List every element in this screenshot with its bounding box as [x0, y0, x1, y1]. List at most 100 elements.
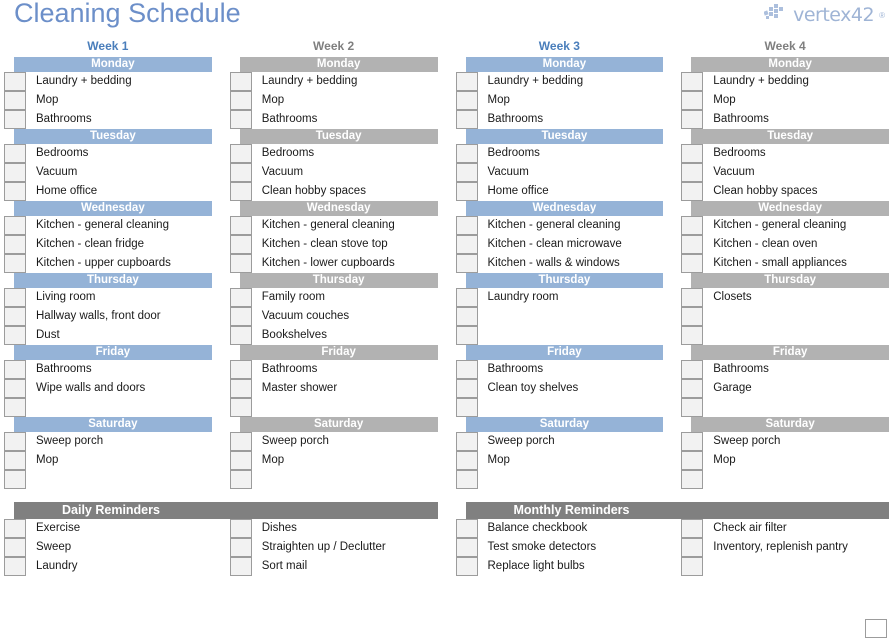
- task-checkbox[interactable]: [681, 451, 704, 470]
- task-checkbox[interactable]: [229, 288, 252, 307]
- reminder-checkbox[interactable]: [229, 557, 252, 576]
- task-checkbox[interactable]: [229, 182, 252, 201]
- reminder-checkbox[interactable]: [455, 519, 478, 538]
- task-checkbox[interactable]: [681, 144, 704, 163]
- task-checkbox[interactable]: [455, 235, 478, 254]
- task-checkbox[interactable]: [681, 254, 704, 273]
- task-checkbox[interactable]: [229, 72, 252, 91]
- task-checkbox[interactable]: [455, 360, 478, 379]
- reminder-checkbox[interactable]: [4, 557, 26, 576]
- task-checkbox[interactable]: [681, 72, 704, 91]
- task-checkbox[interactable]: [229, 360, 252, 379]
- task-checkbox[interactable]: [681, 216, 704, 235]
- task-checkbox[interactable]: [455, 144, 478, 163]
- page-title: Cleaning Schedule: [14, 0, 241, 28]
- reminder-checkbox[interactable]: [455, 538, 478, 557]
- task-checkbox[interactable]: [4, 216, 26, 235]
- task-checkbox[interactable]: [455, 288, 478, 307]
- reminder-checkbox[interactable]: [681, 557, 704, 576]
- task-checkbox[interactable]: [455, 110, 478, 129]
- task-checkbox[interactable]: [4, 235, 26, 254]
- task-label: Mop: [36, 454, 59, 466]
- task-checkbox[interactable]: [229, 432, 252, 451]
- reminder-checkbox[interactable]: [229, 519, 252, 538]
- task-checkbox[interactable]: [681, 235, 704, 254]
- reminder-header: Daily Reminders: [14, 502, 438, 519]
- task-checkbox[interactable]: [681, 110, 704, 129]
- task-checkbox[interactable]: [229, 326, 252, 345]
- task-checkbox[interactable]: [4, 326, 26, 345]
- task-checkbox[interactable]: [4, 72, 26, 91]
- task-checkbox[interactable]: [455, 254, 478, 273]
- task-checkbox[interactable]: [455, 326, 478, 345]
- task-checkbox[interactable]: [4, 470, 26, 489]
- task-checkbox[interactable]: [681, 91, 704, 110]
- task-checkbox[interactable]: [455, 91, 478, 110]
- trailing-checkbox[interactable]: [865, 619, 887, 638]
- task-checkbox[interactable]: [681, 307, 704, 326]
- week-title: Week 1: [87, 39, 129, 53]
- task-checkbox[interactable]: [4, 144, 26, 163]
- task-checkbox[interactable]: [455, 182, 478, 201]
- task-label: Mop: [487, 454, 510, 466]
- task-checkbox[interactable]: [229, 398, 252, 417]
- task-checkbox[interactable]: [4, 432, 26, 451]
- task-checkbox[interactable]: [229, 451, 252, 470]
- task-checkbox[interactable]: [4, 307, 26, 326]
- task-label: Closets: [713, 291, 752, 303]
- reminder-checkbox[interactable]: [4, 519, 26, 538]
- task-checkbox[interactable]: [229, 470, 252, 489]
- task-checkbox[interactable]: [455, 72, 478, 91]
- task-checkbox[interactable]: [455, 398, 478, 417]
- task-checkbox[interactable]: [4, 288, 26, 307]
- task-checkbox[interactable]: [455, 470, 478, 489]
- reminder-checkbox[interactable]: [229, 538, 252, 557]
- reminder-checkbox[interactable]: [681, 519, 704, 538]
- task-checkbox[interactable]: [229, 216, 252, 235]
- task-checkbox[interactable]: [4, 110, 26, 129]
- task-checkbox[interactable]: [681, 379, 704, 398]
- task-checkbox[interactable]: [229, 254, 252, 273]
- task-checkbox[interactable]: [229, 91, 252, 110]
- task-row: [681, 398, 889, 417]
- task-checkbox[interactable]: [681, 432, 704, 451]
- reminder-checkbox[interactable]: [4, 538, 26, 557]
- task-checkbox[interactable]: [229, 235, 252, 254]
- task-checkbox[interactable]: [455, 163, 478, 182]
- task-row: Home office: [455, 182, 664, 201]
- task-checkbox[interactable]: [681, 326, 704, 345]
- task-checkbox[interactable]: [4, 91, 26, 110]
- day-header: Wednesday: [14, 201, 212, 216]
- task-checkbox[interactable]: [681, 163, 704, 182]
- reminder-checkbox[interactable]: [681, 538, 704, 557]
- task-checkbox[interactable]: [4, 398, 26, 417]
- task-checkbox[interactable]: [4, 182, 26, 201]
- reminder-label: Replace light bulbs: [487, 560, 585, 572]
- task-label: Laundry + bedding: [487, 75, 584, 87]
- task-label: [478, 326, 664, 345]
- reminder-checkbox[interactable]: [455, 557, 478, 576]
- task-row: [229, 398, 438, 417]
- task-checkbox[interactable]: [681, 360, 704, 379]
- task-checkbox[interactable]: [455, 307, 478, 326]
- task-checkbox[interactable]: [4, 254, 26, 273]
- task-checkbox[interactable]: [455, 216, 478, 235]
- task-checkbox[interactable]: [229, 163, 252, 182]
- task-checkbox[interactable]: [455, 379, 478, 398]
- task-checkbox[interactable]: [681, 398, 704, 417]
- task-checkbox[interactable]: [4, 379, 26, 398]
- task-checkbox[interactable]: [681, 470, 704, 489]
- task-checkbox[interactable]: [455, 432, 478, 451]
- task-checkbox[interactable]: [4, 163, 26, 182]
- reminder-label: [703, 557, 889, 576]
- task-checkbox[interactable]: [229, 307, 252, 326]
- reminder-label: Balance checkbook: [487, 522, 588, 534]
- task-checkbox[interactable]: [229, 379, 252, 398]
- task-checkbox[interactable]: [4, 360, 26, 379]
- task-checkbox[interactable]: [455, 451, 478, 470]
- task-checkbox[interactable]: [681, 288, 704, 307]
- task-checkbox[interactable]: [681, 182, 704, 201]
- task-checkbox[interactable]: [4, 451, 26, 470]
- task-checkbox[interactable]: [229, 144, 252, 163]
- task-checkbox[interactable]: [229, 110, 252, 129]
